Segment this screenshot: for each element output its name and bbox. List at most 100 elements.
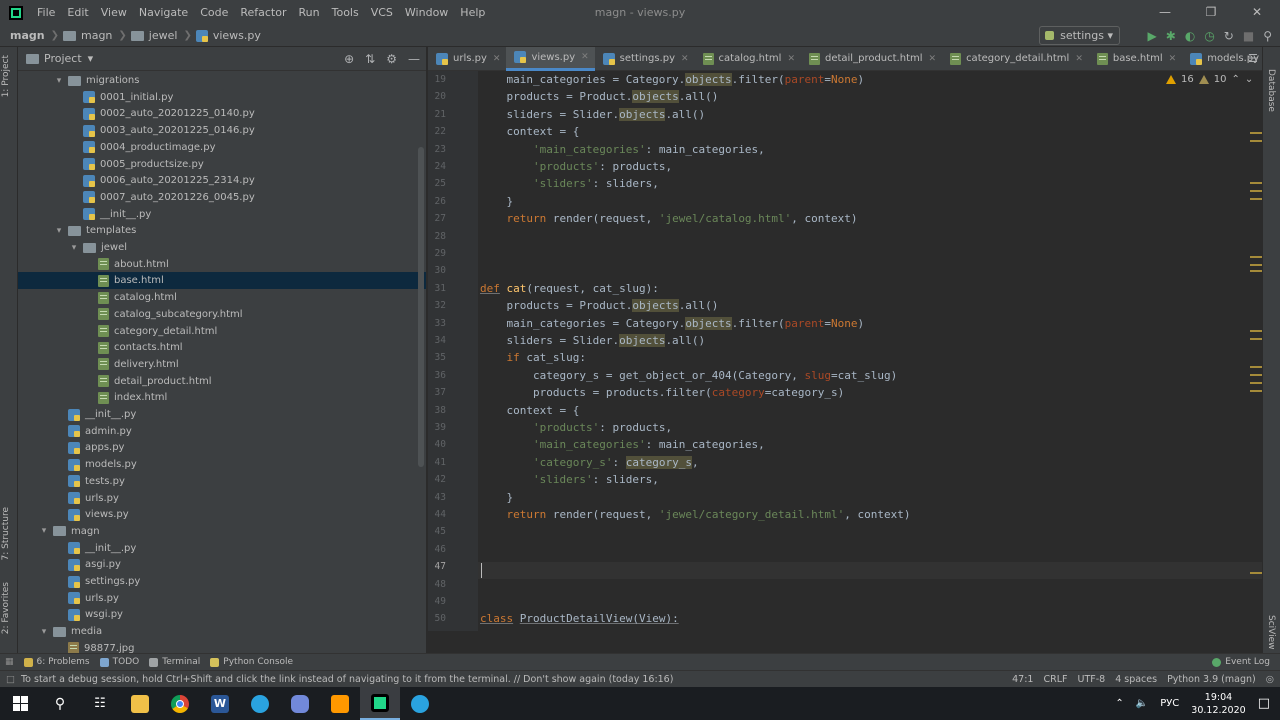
close-tab-icon[interactable]: ✕: [493, 54, 501, 64]
code-line[interactable]: 'category_s': category_s,: [480, 455, 699, 469]
tree-file[interactable]: index.html: [18, 389, 426, 406]
tree-file[interactable]: category_detail.html: [18, 323, 426, 340]
tree-folder[interactable]: ▾ magn: [18, 523, 426, 540]
inspection-widget[interactable]: 16 10 ⌃ ⌄: [1166, 74, 1253, 85]
tree-file[interactable]: base.html: [18, 272, 426, 290]
code-line[interactable]: 'main_categories': main_categories,: [480, 438, 765, 451]
tree-file[interactable]: views.py: [18, 506, 426, 523]
code-line[interactable]: products = Product.objects.all(): [480, 299, 718, 313]
tool-button--problems[interactable]: 6: Problems: [23, 657, 90, 667]
breadcrumb-views[interactable]: views.py: [195, 29, 261, 42]
tree-folder[interactable]: ▾ templates: [18, 222, 426, 239]
sublime-icon[interactable]: [320, 687, 360, 720]
code-line[interactable]: context = {: [480, 125, 579, 138]
code-line[interactable]: category_s = get_object_or_404(Category,…: [480, 369, 897, 382]
start-icon[interactable]: [0, 687, 40, 720]
tree-folder[interactable]: ▾ jewel: [18, 239, 426, 256]
error-stripe-mark[interactable]: [1250, 572, 1262, 574]
code-line[interactable]: products = Product.objects.all(): [480, 90, 718, 104]
tabs-overflow-icon[interactable]: ☰: [1248, 52, 1258, 65]
chevron-down-icon[interactable]: ▾: [69, 243, 79, 253]
tree-file[interactable]: models.py: [18, 456, 426, 473]
show-hidden-icons-icon[interactable]: ⌃: [1115, 698, 1123, 709]
tab-favorites[interactable]: 2: Favorites: [1, 582, 11, 634]
code-line[interactable]: return render(request, 'jewel/category_d…: [480, 508, 911, 521]
code-line[interactable]: 'products': products,: [480, 160, 672, 173]
tab-base-html[interactable]: base.html ✕: [1089, 47, 1182, 71]
error-stripe-mark[interactable]: [1250, 366, 1262, 368]
code-line[interactable]: 'sliders': sliders,: [480, 177, 659, 190]
code-line[interactable]: class ProductDetailView(View):: [480, 612, 679, 625]
status-message[interactable]: To start a debug session, hold Ctrl+Shif…: [21, 674, 673, 685]
tab-views-py[interactable]: views.py ✕: [506, 46, 595, 71]
lock-icon[interactable]: ◎: [1266, 674, 1274, 685]
tree-file[interactable]: admin.py: [18, 423, 426, 440]
close-button[interactable]: ✕: [1234, 0, 1280, 25]
menu-item-file[interactable]: File: [31, 0, 61, 25]
error-stripe-mark[interactable]: [1250, 338, 1262, 340]
chrome-icon[interactable]: [160, 687, 200, 720]
menu-item-refactor[interactable]: Refactor: [234, 0, 292, 25]
tree-file[interactable]: urls.py: [18, 590, 426, 607]
close-tab-icon[interactable]: ✕: [929, 54, 937, 64]
code-line[interactable]: main_categories = Category.objects.filte…: [480, 316, 864, 330]
file-explorer-icon[interactable]: [120, 687, 160, 720]
clock[interactable]: 19:04 30.12.2020: [1191, 691, 1245, 717]
error-stripe-mark[interactable]: [1250, 390, 1262, 392]
volume-icon[interactable]: 🔈: [1136, 698, 1148, 709]
hide-icon[interactable]: —: [408, 52, 420, 66]
menu-item-view[interactable]: View: [95, 0, 133, 25]
code-line[interactable]: sliders = Slider.objects.all(): [480, 107, 705, 121]
tool-button-todo[interactable]: TODO: [99, 657, 139, 667]
tab-database[interactable]: Database: [1266, 69, 1276, 112]
code-line[interactable]: sliders = Slider.objects.all(): [480, 334, 705, 347]
menu-item-vcs[interactable]: VCS: [365, 0, 399, 25]
collapse-all-icon[interactable]: ⇅: [365, 52, 375, 66]
error-stripe-mark[interactable]: [1250, 374, 1262, 376]
tree-folder[interactable]: ▾ migrations: [18, 72, 426, 89]
python-interpreter[interactable]: Python 3.9 (magn): [1167, 674, 1256, 685]
breadcrumb-jewel[interactable]: jewel: [130, 29, 177, 42]
tab-catalog-html[interactable]: catalog.html ✕: [695, 47, 801, 71]
line-separator[interactable]: CRLF: [1043, 674, 1067, 685]
error-stripe-mark[interactable]: [1250, 140, 1262, 142]
close-tab-icon[interactable]: ✕: [787, 54, 795, 64]
pycharm-icon[interactable]: [360, 687, 400, 720]
tree-file[interactable]: asgi.py: [18, 556, 426, 573]
error-stripe-mark[interactable]: [1250, 132, 1262, 134]
run-configuration-select[interactable]: settings ▾: [1039, 26, 1120, 45]
code-line[interactable]: 'products': products,: [480, 421, 672, 434]
error-stripe-mark[interactable]: [1250, 198, 1262, 200]
code-line[interactable]: return render(request, 'jewel/catalog.ht…: [480, 212, 858, 225]
tree-file[interactable]: about.html: [18, 256, 426, 273]
search-icon[interactable]: ⚲: [40, 687, 80, 720]
stop-icon[interactable]: ■: [1243, 25, 1254, 47]
code-line[interactable]: if cat_slug:: [480, 351, 586, 364]
tree-file[interactable]: contacts.html: [18, 339, 426, 356]
tree-file[interactable]: 0007_auto_20201226_0045.py: [18, 189, 426, 206]
chevron-down-icon[interactable]: ⌄: [1245, 74, 1253, 85]
error-stripe-mark[interactable]: [1250, 270, 1262, 272]
profile-icon[interactable]: ◷: [1204, 25, 1214, 47]
tree-file[interactable]: wsgi.py: [18, 606, 426, 623]
error-stripe-mark[interactable]: [1250, 330, 1262, 332]
error-stripe-mark[interactable]: [1250, 182, 1262, 184]
tree-file[interactable]: catalog.html: [18, 289, 426, 306]
tree-file[interactable]: settings.py: [18, 573, 426, 590]
code-line[interactable]: 'sliders': sliders,: [480, 473, 659, 486]
maximize-button[interactable]: ❐: [1188, 0, 1234, 25]
tree-file[interactable]: apps.py: [18, 439, 426, 456]
tab-sciview[interactable]: SciView: [1266, 615, 1276, 650]
caret-position[interactable]: 47:1: [1012, 674, 1033, 685]
word-icon[interactable]: W: [200, 687, 240, 720]
task-view-icon[interactable]: ☷: [80, 687, 120, 720]
chevron-down-icon[interactable]: ▾: [54, 76, 64, 86]
tree-file[interactable]: __init__.py: [18, 406, 426, 423]
telegram-icon[interactable]: [240, 687, 280, 720]
tab-urls-py[interactable]: urls.py ✕: [428, 47, 506, 71]
close-tab-icon[interactable]: ✕: [1075, 54, 1083, 64]
tree-file[interactable]: tests.py: [18, 473, 426, 490]
breadcrumb-project[interactable]: magn: [10, 29, 45, 42]
close-tab-icon[interactable]: ✕: [581, 52, 589, 62]
error-stripe-mark[interactable]: [1250, 264, 1262, 266]
